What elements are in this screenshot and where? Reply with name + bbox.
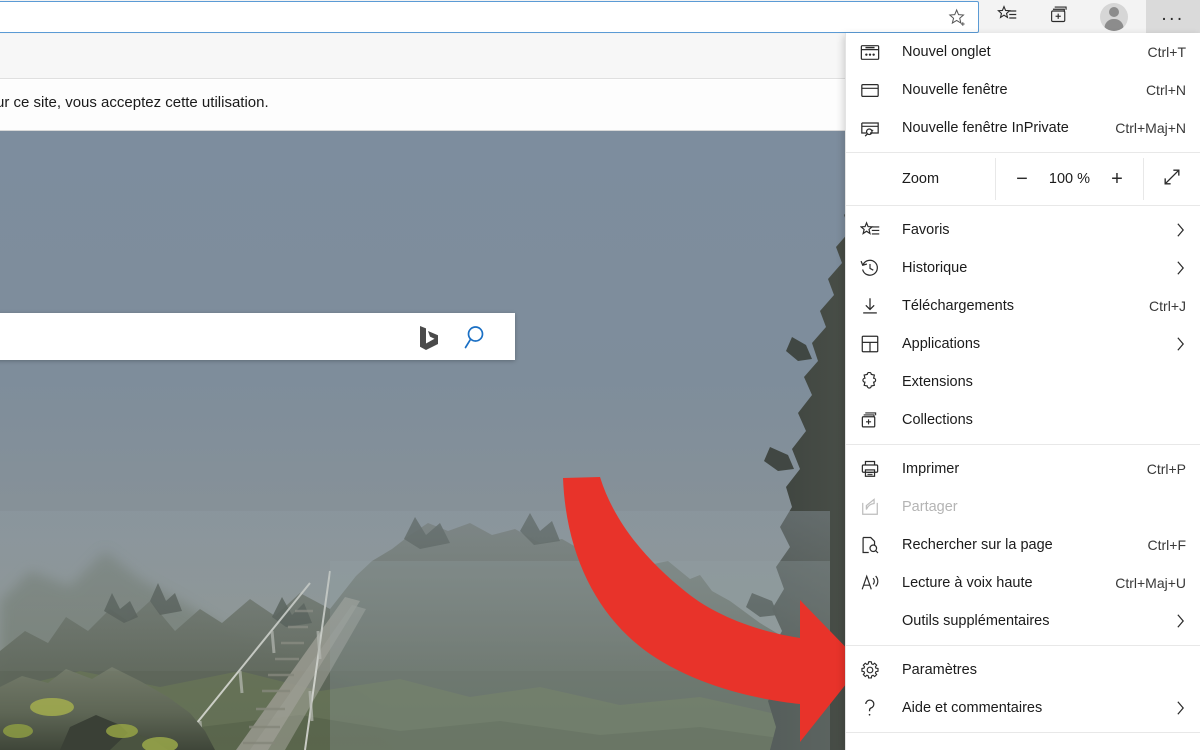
chevron-right-icon [1170,336,1186,352]
menu-item-downloads[interactable]: Téléchargements Ctrl+J [846,287,1200,325]
collections-button[interactable] [1036,0,1083,34]
settings-and-more-button[interactable]: ... [1146,0,1200,34]
menu-item-label: Historique [902,260,968,276]
menu-item-shortcut: Ctrl+Maj+U [1115,575,1186,591]
menu-item-applications[interactable]: Applications [846,325,1200,363]
printer-icon [860,458,890,480]
gear-icon [860,659,890,681]
menu-item-label: Aide et commentaires [902,700,1043,716]
menu-item-label: Paramètres [902,662,977,678]
zoom-label: Zoom [846,158,996,200]
browser-toolbar: ... [0,0,1200,34]
menu-item-label: Nouvelle fenêtre InPrivate [902,120,1069,136]
menu-zoom-row[interactable]: Zoom − 100 % + [846,158,1200,200]
question-mark-icon [860,697,890,719]
fullscreen-button[interactable] [1144,158,1200,200]
menu-item-label: Collections [902,412,973,428]
menu-item-find-on-page[interactable]: Rechercher sur la page Ctrl+F [846,526,1200,564]
menu-item-help-feedback[interactable]: Aide et commentaires [846,689,1200,727]
menu-item-new-tab[interactable]: Nouvel onglet Ctrl+T [846,33,1200,71]
menu-item-share: Partager [846,488,1200,526]
profile-button[interactable] [1090,0,1137,34]
star-add-icon[interactable] [946,7,970,29]
address-input[interactable] [7,7,937,27]
menu-item-inprivate-window[interactable]: Nouvelle fenêtre InPrivate Ctrl+Maj+N [846,109,1200,147]
menu-item-label: Nouvelle fenêtre [902,82,1008,98]
menu-item-read-aloud[interactable]: Lecture à voix haute Ctrl+Maj+U [846,564,1200,602]
chevron-right-icon [1170,613,1186,629]
menu-separator [846,645,1200,646]
menu-item-label: Outils supplémentaires [902,613,1050,629]
address-bar[interactable] [0,1,979,33]
browser-window: ... ur ce site, vous acceptez cette util… [0,0,1200,750]
menu-separator [846,444,1200,445]
bing-logo-icon [418,325,440,350]
menu-separator [846,205,1200,206]
menu-item-new-window[interactable]: Nouvelle fenêtre Ctrl+N [846,71,1200,109]
apps-grid-icon [860,333,890,355]
search-input[interactable] [0,323,354,349]
menu-separator [846,732,1200,733]
menu-item-history[interactable]: Historique [846,249,1200,287]
new-tab-icon [860,41,890,63]
profile-avatar-icon [1099,3,1128,31]
menu-separator [846,152,1200,153]
magnifier-icon[interactable] [464,324,490,350]
menu-item-print[interactable]: Imprimer Ctrl+P [846,450,1200,488]
favorites-star-icon [860,219,890,241]
zoom-controls[interactable]: − 100 % + [996,158,1144,200]
menu-item-shortcut: Ctrl+Maj+N [1115,120,1186,136]
menu-item-label: Imprimer [902,461,960,477]
bing-search-box[interactable] [0,313,515,360]
menu-item-more-tools[interactable]: Outils supplémentaires [846,602,1200,640]
menu-item-shortcut: Ctrl+F [1147,537,1187,553]
menu-item-shortcut: Ctrl+T [1147,44,1187,60]
zoom-in-button[interactable]: + [1104,169,1130,189]
fullscreen-icon [1162,167,1182,192]
share-icon [860,496,890,518]
menu-item-label: Favoris [902,222,950,238]
collections-plus-icon [860,409,890,431]
history-clock-icon [860,257,890,279]
menu-item-shortcut: Ctrl+J [1149,298,1186,314]
chevron-right-icon [1170,260,1186,276]
read-aloud-icon [860,572,890,594]
zoom-out-button[interactable]: − [1009,169,1035,189]
inprivate-window-icon [860,117,890,139]
menu-item-settings[interactable]: Paramètres [846,651,1200,689]
ellipsis-more-icon: ... [1161,3,1185,25]
menu-item-label: Téléchargements [902,298,1015,314]
menu-item-extensions[interactable]: Extensions [846,363,1200,401]
menu-item-favorites[interactable]: Favoris [846,211,1200,249]
cookie-consent-text: ur ce site, vous acceptez cette utilisat… [0,94,269,111]
extensions-puzzle-icon [860,371,890,393]
chevron-right-icon [1170,700,1186,716]
collections-icon [1049,4,1070,30]
zoom-level-value: 100 % [1048,171,1091,187]
menu-item-close-edge[interactable]: Fermer Microsoft Edge [846,738,1200,750]
new-window-icon [860,79,890,101]
menu-item-label: Partager [902,499,958,515]
edge-settings-menu[interactable]: Nouvel onglet Ctrl+T Nouvelle fenêtre Ct… [845,33,1200,750]
chevron-right-icon [1170,222,1186,238]
menu-item-label: Lecture à voix haute [902,575,1033,591]
menu-item-label: Applications [902,336,981,352]
menu-item-label: Nouvel onglet [902,44,991,60]
downloads-arrow-icon [860,295,890,317]
menu-item-label: Rechercher sur la page [902,537,1053,553]
menu-item-shortcut: Ctrl+N [1145,82,1186,98]
favorites-list-icon [997,4,1018,30]
menu-item-label: Extensions [902,374,973,390]
find-on-page-icon [860,534,890,556]
favorites-list-button[interactable] [984,0,1031,34]
menu-item-shortcut: Ctrl+P [1146,461,1186,477]
menu-item-collections[interactable]: Collections [846,401,1200,439]
